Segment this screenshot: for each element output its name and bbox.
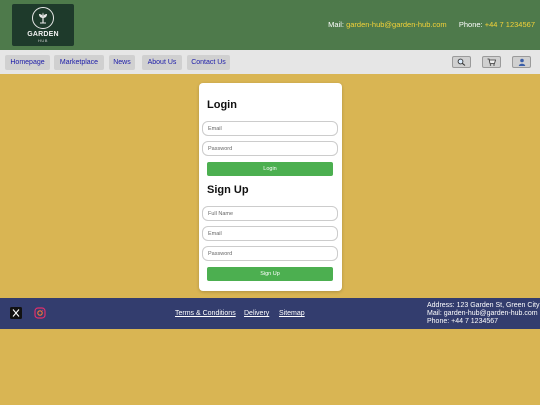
mail-link[interactable]: garden-hub@garden-hub.com: [346, 20, 447, 29]
cart-button[interactable]: [482, 56, 501, 68]
search-button[interactable]: [452, 56, 471, 68]
cart-icon: [487, 53, 497, 71]
instagram-icon[interactable]: [34, 307, 46, 319]
signup-email-input[interactable]: Email: [202, 226, 338, 241]
site-footer: Terms & Conditions Delivery Sitemap Addr…: [0, 298, 540, 329]
nav-homepage[interactable]: Homepage: [5, 55, 50, 70]
site-header: GARDEN HUB Mail: garden-hub@garden-hub.c…: [0, 0, 540, 50]
nav-contact-us[interactable]: Contact Us: [187, 55, 230, 70]
footer-mail: Mail: garden-hub@garden-hub.com: [427, 310, 538, 317]
footer-phone: Phone: +44 7 1234567: [427, 318, 499, 325]
footer-link-terms[interactable]: Terms & Conditions: [175, 310, 236, 317]
user-icon: [518, 53, 526, 71]
footer-address-block: Address: 123 Garden St, Green City Mail:…: [427, 302, 539, 326]
phone-label: Phone:: [458, 20, 483, 29]
search-icon: [457, 53, 466, 71]
main-nav: Homepage Marketplace News About Us Conta…: [0, 50, 540, 74]
mail-label: Mail:: [328, 20, 344, 29]
account-button[interactable]: [512, 56, 531, 68]
nav-about-us[interactable]: About Us: [142, 55, 182, 70]
footer-link-delivery[interactable]: Delivery: [244, 310, 269, 317]
plant-icon: [32, 7, 54, 29]
signup-fullname-input[interactable]: Full Name: [202, 206, 338, 221]
logo-subtitle: HUB: [38, 38, 48, 43]
login-title: Login: [207, 99, 237, 111]
footer-link-sitemap[interactable]: Sitemap: [279, 310, 305, 317]
logo-title: GARDEN: [27, 31, 59, 38]
auth-card: Login Email Password Login Sign Up Full …: [199, 83, 342, 291]
footer-address: Address: 123 Garden St, Green City: [427, 302, 540, 309]
signup-title: Sign Up: [207, 184, 249, 196]
header-contact: Mail: garden-hub@garden-hub.com Phone: +…: [328, 20, 535, 29]
garden-hub-logo[interactable]: GARDEN HUB: [12, 4, 74, 46]
phone-link[interactable]: +44 7 1234567: [485, 20, 535, 29]
login-email-input[interactable]: Email: [202, 121, 338, 136]
x-icon[interactable]: [10, 307, 22, 319]
nav-marketplace[interactable]: Marketplace: [54, 55, 104, 70]
signup-password-input[interactable]: Password: [202, 246, 338, 261]
signup-button[interactable]: Sign Up: [207, 267, 333, 281]
nav-news[interactable]: News: [109, 55, 135, 70]
login-button[interactable]: Login: [207, 162, 333, 176]
login-password-input[interactable]: Password: [202, 141, 338, 156]
